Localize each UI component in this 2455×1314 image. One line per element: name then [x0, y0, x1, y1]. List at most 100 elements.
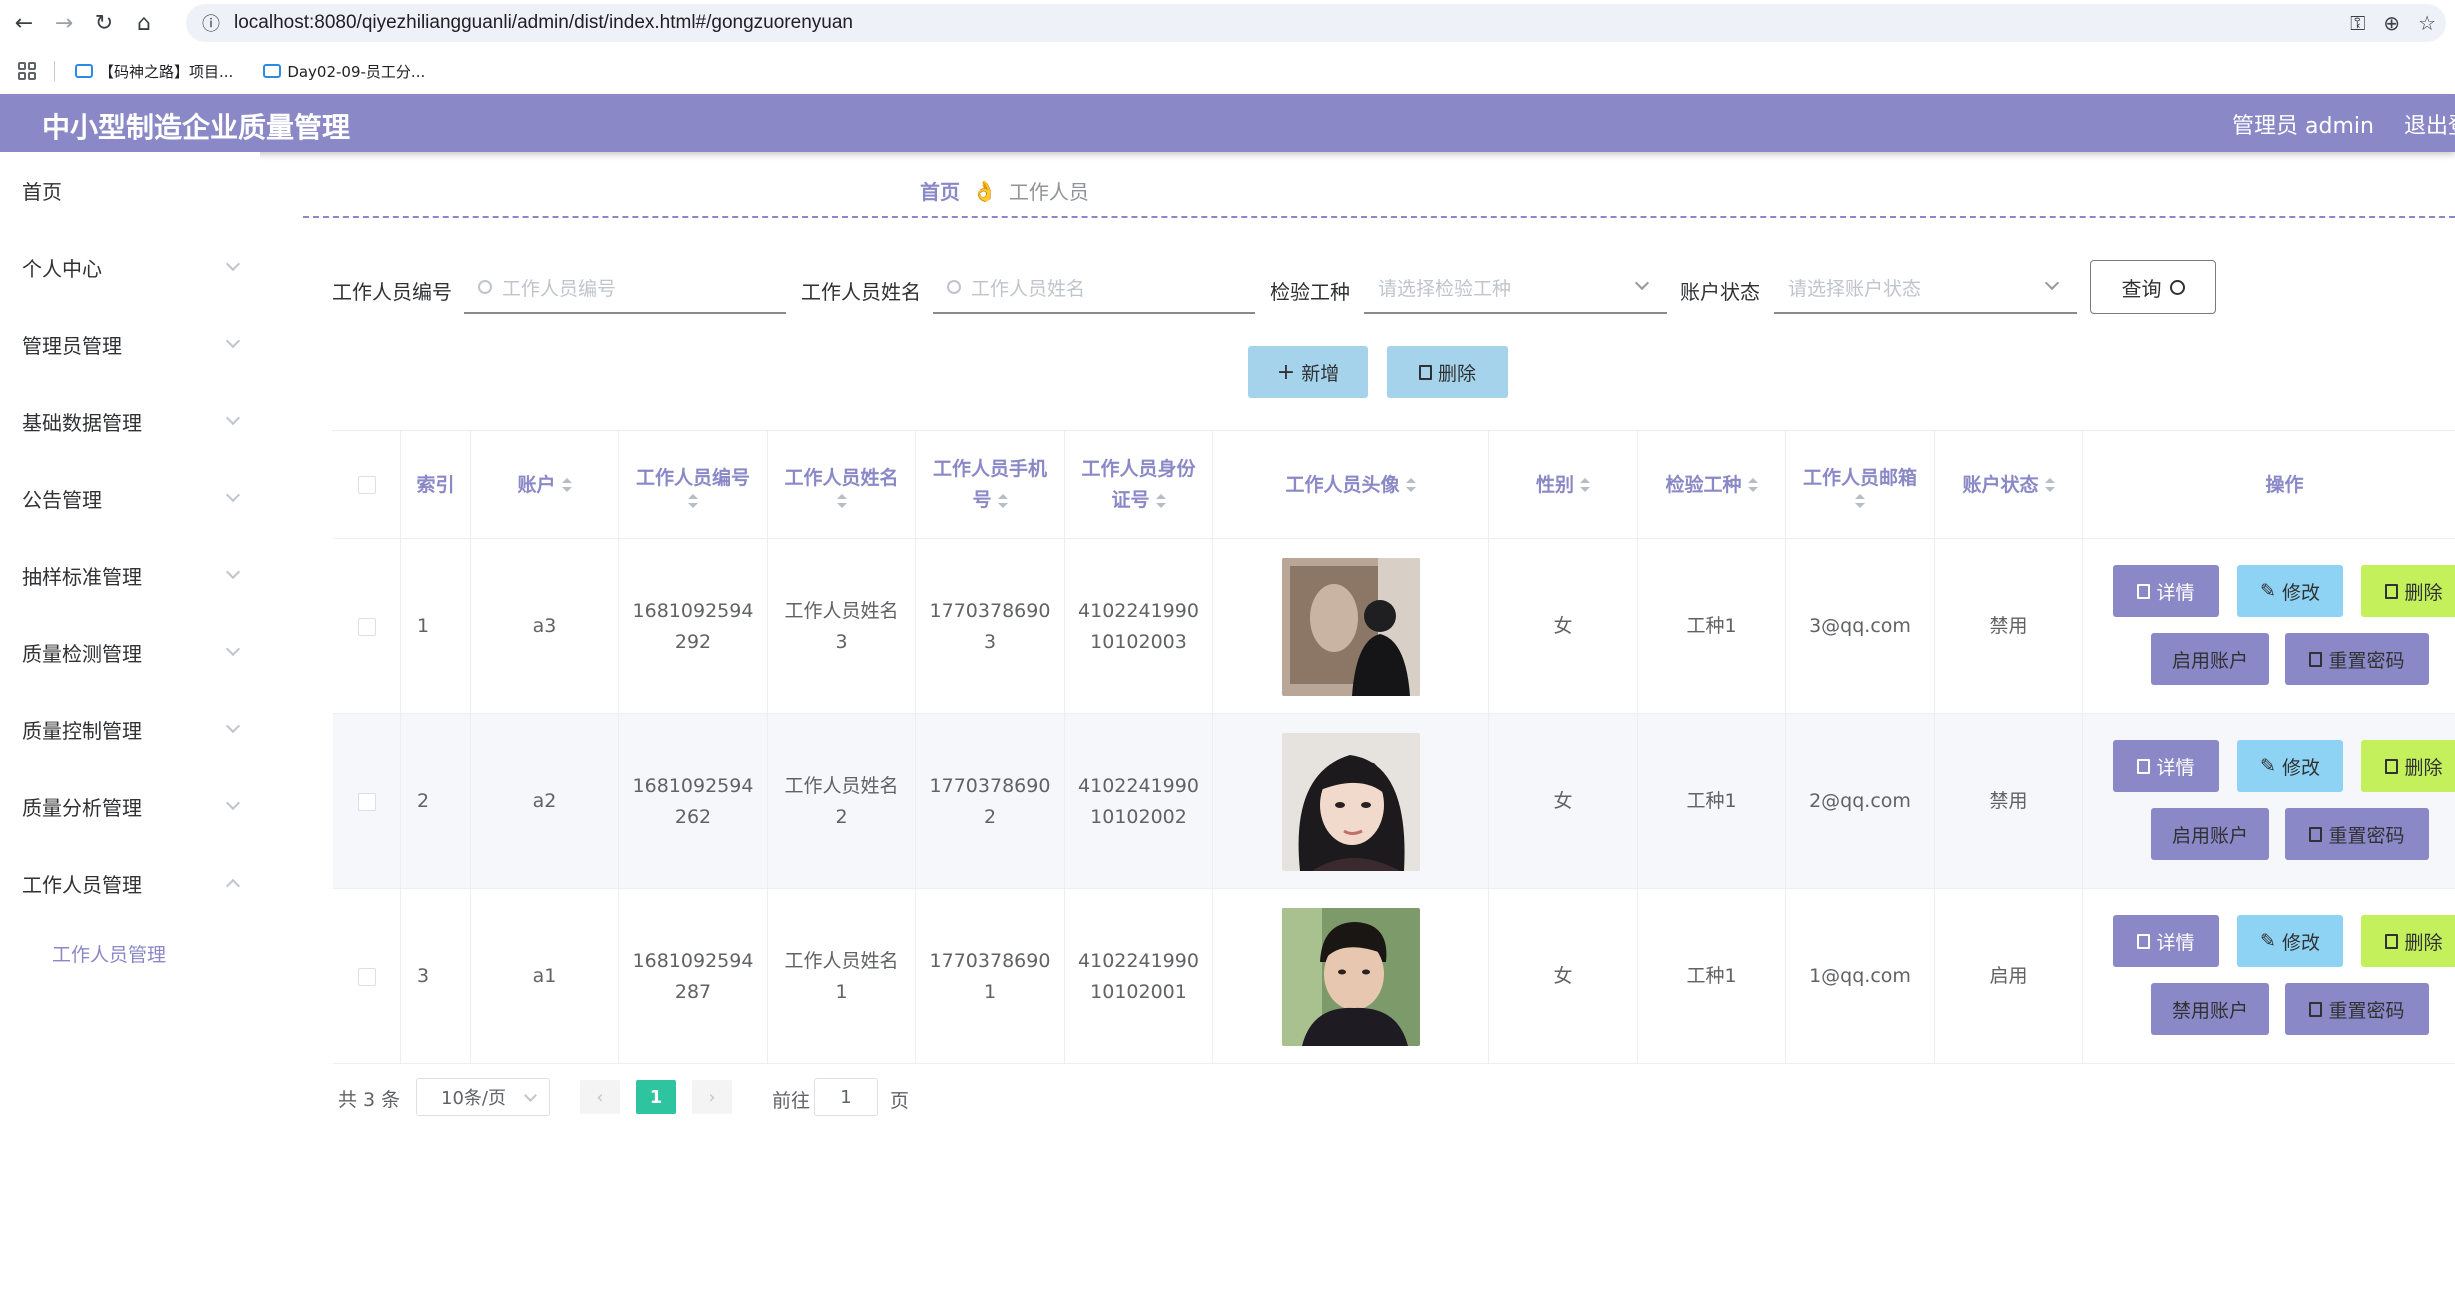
inspection-type-label: 检验工种	[1270, 280, 1350, 304]
site-info-icon[interactable]: ⓘ	[202, 10, 220, 36]
address-bar[interactable]: ⓘ localhost:8080/qiyezhiliangguanli/admi…	[186, 4, 2446, 42]
sidebar-item-basic-data[interactable]: 基础数据管理	[0, 383, 260, 460]
cell-line: 工作人员姓名	[784, 949, 899, 972]
sidebar-item-admin-management[interactable]: 管理员管理	[0, 306, 260, 383]
header-account[interactable]: 账户	[471, 431, 619, 539]
edit-button[interactable]: ✎ 修改	[2237, 740, 2343, 792]
delete-button[interactable]: 删除	[2361, 915, 2455, 967]
add-button[interactable]: + 新增	[1248, 346, 1368, 398]
button-label: 详情	[2156, 931, 2195, 954]
toggle-account-button[interactable]: 启用账户	[2151, 633, 2269, 685]
sort-icon[interactable]	[1580, 478, 1590, 492]
sidebar-item-sampling[interactable]: 抽样标准管理	[0, 537, 260, 614]
cell-status: 启用	[1935, 889, 2083, 1064]
key-icon[interactable]: ⚿	[2350, 11, 2365, 35]
delete-button[interactable]: 删除	[2361, 565, 2455, 617]
back-icon[interactable]: ←	[4, 3, 44, 43]
edit-button[interactable]: ✎ 修改	[2237, 565, 2343, 617]
sidebar-subitem-staff[interactable]: 工作人员管理	[0, 923, 260, 983]
zoom-icon[interactable]: ⊕	[2383, 11, 2400, 35]
reset-password-button[interactable]: 重置密码	[2285, 983, 2429, 1035]
bookmark-item[interactable]: Day02-09-员工分...	[263, 61, 425, 82]
sidebar-item-label: 基础数据管理	[22, 411, 142, 435]
inspection-type-select[interactable]: 请选择检验工种	[1364, 262, 1667, 314]
chevron-down-icon	[225, 256, 241, 272]
sidebar-item-staff[interactable]: 工作人员管理	[0, 845, 260, 922]
sort-icon[interactable]	[1405, 478, 1416, 492]
staff-name-label: 工作人员姓名	[801, 280, 921, 304]
page-number-current[interactable]: 1	[636, 1080, 676, 1114]
star-icon[interactable]: ☆	[2418, 11, 2436, 35]
delete-button[interactable]: 删除	[2361, 740, 2455, 792]
sort-icon[interactable]	[997, 493, 1008, 508]
sidebar-item-personal-center[interactable]: 个人中心	[0, 229, 260, 306]
cell-ops: 详情 ✎ 修改 删除 启用账户 重置密码	[2083, 539, 2455, 714]
sort-icon[interactable]	[2044, 478, 2055, 492]
sort-icon[interactable]	[1855, 493, 1865, 508]
sort-icon[interactable]	[561, 478, 572, 492]
header-type[interactable]: 检验工种	[1638, 431, 1786, 539]
row-checkbox[interactable]	[357, 967, 376, 986]
cell-line: 工作人员姓名	[784, 774, 899, 797]
staff-id-input[interactable]: 工作人员编号	[464, 262, 786, 314]
header-phone[interactable]: 工作人员手机号	[916, 431, 1065, 539]
header-select-all	[333, 431, 401, 539]
select-all-checkbox[interactable]	[357, 476, 376, 494]
prev-page-button[interactable]: ‹	[580, 1080, 620, 1114]
sort-icon[interactable]	[688, 493, 698, 508]
bookmark-item[interactable]: 【码神之路】项目...	[75, 61, 233, 82]
reload-icon[interactable]: ↻	[84, 3, 124, 43]
cell-staff-name: 工作人员姓名 2	[768, 714, 916, 889]
cell-staff-id: 1681092594 262	[619, 714, 768, 889]
cell-line: 3	[835, 630, 848, 653]
button-label: 修改	[2281, 931, 2320, 954]
sidebar-item-label: 质量控制管理	[22, 719, 142, 743]
detail-button[interactable]: 详情	[2113, 565, 2219, 617]
breadcrumb-home[interactable]: 首页	[920, 176, 960, 205]
sidebar-item-control[interactable]: 质量控制管理	[0, 691, 260, 768]
avatar	[1281, 907, 1420, 1046]
forward-icon[interactable]: →	[44, 3, 84, 43]
toggle-account-button[interactable]: 启用账户	[2151, 808, 2269, 860]
cell-line: 工作人员姓名	[784, 599, 899, 622]
cell-line: 10102002	[1090, 805, 1187, 828]
cell-line: 3	[983, 630, 997, 653]
sidebar-item-inspection[interactable]: 质量检测管理	[0, 614, 260, 691]
chevron-down-icon	[1634, 275, 1650, 291]
edit-button[interactable]: ✎ 修改	[2237, 915, 2343, 967]
header-avatar[interactable]: 工作人员头像	[1213, 431, 1489, 539]
next-page-button[interactable]: ›	[692, 1080, 732, 1114]
toggle-account-button[interactable]: 禁用账户	[2151, 983, 2269, 1035]
staff-name-input[interactable]: 工作人员姓名	[933, 262, 1255, 314]
apps-icon[interactable]	[18, 62, 36, 80]
home-icon[interactable]: ⌂	[124, 3, 164, 43]
account-status-select[interactable]: 请选择账户状态	[1774, 262, 2077, 314]
query-button-label: 查询	[2121, 276, 2162, 301]
header-staff-name[interactable]: 工作人员姓名	[768, 431, 916, 539]
detail-button[interactable]: 详情	[2113, 915, 2219, 967]
sort-icon[interactable]	[1155, 493, 1166, 508]
sidebar-subitem-label: 工作人员管理	[52, 943, 167, 966]
header-status[interactable]: 账户状态	[1935, 431, 2083, 539]
sidebar-item-analysis[interactable]: 质量分析管理	[0, 768, 260, 845]
detail-button[interactable]: 详情	[2113, 740, 2219, 792]
sort-icon[interactable]	[1747, 478, 1758, 492]
header-email[interactable]: 工作人员邮箱	[1786, 431, 1935, 539]
sidebar-item-home[interactable]: 首页	[0, 152, 260, 229]
header-gender[interactable]: 性别	[1489, 431, 1638, 539]
logout-link[interactable]: 退出登录	[2404, 108, 2455, 140]
batch-delete-button[interactable]: 删除	[1387, 346, 1508, 398]
cell-index: 3	[401, 889, 471, 1064]
page-size-select[interactable]: 10条/页	[416, 1078, 550, 1116]
header-staff-id[interactable]: 工作人员编号	[619, 431, 768, 539]
row-checkbox[interactable]	[357, 617, 376, 636]
row-checkbox[interactable]	[357, 792, 376, 811]
goto-page-input[interactable]: 1	[814, 1078, 878, 1116]
reset-password-button[interactable]: 重置密码	[2285, 633, 2429, 685]
query-button[interactable]: 查询	[2090, 260, 2216, 314]
sort-icon[interactable]	[836, 493, 847, 508]
reset-password-button[interactable]: 重置密码	[2285, 808, 2429, 860]
header-idcard[interactable]: 工作人员身份 证号	[1065, 431, 1213, 539]
cell-idcard: 4102241990 10102003	[1065, 539, 1213, 714]
sidebar-item-notice[interactable]: 公告管理	[0, 460, 260, 537]
